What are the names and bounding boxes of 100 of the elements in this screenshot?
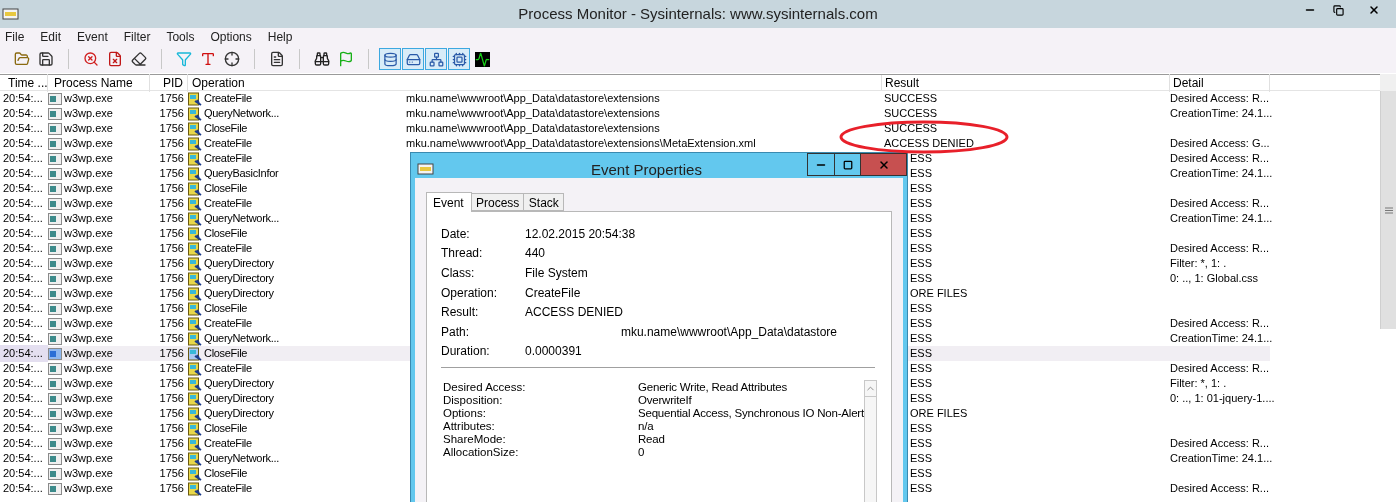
detail-value: Sequential Access, Synchronous IO Non-Alert [638, 406, 864, 422]
column-header[interactable]: Time ... [0, 73, 48, 92]
menu-item[interactable]: Help [267, 27, 293, 46]
app-icon [2, 7, 20, 21]
file-system-icon [188, 466, 203, 481]
tab[interactable]: Process [472, 193, 525, 211]
menu-item[interactable]: File [5, 27, 25, 46]
file-system-icon [188, 406, 203, 421]
event-class-toggle[interactable] [448, 48, 470, 70]
table-cell-text: w3wp.exe [64, 136, 113, 152]
table-cell: ESS [910, 182, 932, 195]
table-cell-text: 1756 [158, 466, 185, 482]
table-cell-text: QueryBasicInfor [204, 166, 279, 182]
table-cell-text: 20:54:... [2, 481, 44, 497]
event-class-toggle[interactable] [402, 48, 424, 70]
table-cell: mku.name\wwwroot\App_Data\datastore\extensions [406, 92, 660, 105]
menu-item[interactable]: Edit [40, 27, 62, 46]
magnifier-cross-icon[interactable] [83, 51, 99, 67]
menu-item[interactable]: Options [210, 27, 252, 46]
table-cell-text: 20:54:... [2, 406, 44, 422]
column-header[interactable]: Process Name [48, 73, 150, 92]
detail-value: OverwriteIf [638, 393, 692, 409]
field-label: Date: [441, 225, 471, 243]
table-cell-text: 1756 [158, 406, 185, 422]
table-cell-text: CreateFile [204, 241, 252, 257]
field-value: 0.0000391 [525, 343, 582, 361]
column-header[interactable]: Result [882, 73, 1170, 92]
process-icon [48, 452, 62, 465]
column-header[interactable]: Operation [188, 73, 280, 92]
column-header[interactable]: Detail [1170, 73, 1270, 92]
table-cell-text: QueryDirectory [204, 271, 274, 287]
table-cell: 0: .., 1: Global.css [1170, 272, 1259, 285]
table-cell-text: w3wp.exe [64, 121, 113, 137]
table-cell: CreationTime: 24.1... [1170, 107, 1273, 120]
file-system-icon [188, 376, 203, 391]
table-cell: CreationTime: 24.1... [1170, 167, 1273, 180]
event-class-toggle[interactable] [425, 48, 447, 70]
table-cell-text: 1756 [158, 286, 185, 302]
file-system-icon [188, 361, 203, 376]
save-icon[interactable] [38, 51, 54, 67]
table-cell-text: 20:54:... [2, 181, 44, 197]
table-cell-text: CreateFile [204, 136, 252, 152]
window-title: Process Monitor - Sysinternals: www.sysinternals.com [518, 3, 878, 24]
table-cell: ESS [910, 482, 932, 495]
table-cell-text: 20:54:... [2, 331, 44, 347]
document-cross-icon[interactable] [107, 51, 123, 67]
table-cell-text: 20:54:... [2, 166, 44, 182]
table-cell: ESS [910, 242, 932, 255]
binoculars-icon[interactable] [314, 51, 330, 67]
menu-item[interactable]: Tools [166, 27, 195, 46]
table-cell: Desired Access: R... [1170, 92, 1270, 105]
table-cell: Desired Access: G... [1170, 137, 1270, 150]
table-cell-text: 20:54:... [2, 301, 44, 317]
event-class-toggle[interactable] [379, 48, 401, 70]
menu-item[interactable]: Filter [123, 27, 151, 46]
table-cell-text: CreateFile [204, 91, 252, 107]
table-cell-text: QueryNetwork... [204, 106, 279, 122]
table-cell-text: 1756 [158, 91, 185, 107]
file-system-icon [188, 181, 203, 196]
table-cell-text: 20:54:... [2, 106, 44, 122]
crosshair-icon[interactable] [224, 51, 240, 67]
detail-value: Generic Write, Read Attributes [638, 380, 788, 396]
column-header[interactable]: PID [150, 73, 188, 92]
file-system-icon [188, 301, 203, 316]
tab[interactable]: Stack [524, 193, 565, 211]
file-system-icon [188, 451, 203, 466]
table-cell-text: 20:54:... [2, 121, 44, 137]
table-cell-text: w3wp.exe [64, 421, 113, 437]
highlight-letter-icon[interactable] [200, 51, 216, 67]
table-cell: ESS [910, 167, 932, 180]
table-cell: ESS [910, 227, 932, 240]
table-cell: ESS [910, 302, 932, 315]
table-cell: CreationTime: 24.1... [1170, 332, 1273, 345]
close-icon [1368, 4, 1380, 16]
table-cell-text: CloseFile [204, 226, 248, 242]
process-icon [48, 182, 62, 195]
table-cell-text: 20:54:... [2, 451, 44, 467]
network-icon [428, 51, 444, 67]
table-cell-text: 1756 [158, 181, 185, 197]
file-system-icon [188, 211, 203, 226]
open-folder-icon[interactable] [14, 51, 30, 67]
table-cell-text: 1756 [158, 211, 185, 227]
table-cell: 0: .., 1: 01-jquery-1.... [1170, 392, 1275, 405]
document-icon[interactable] [269, 51, 285, 67]
table-cell-text: 1756 [158, 121, 185, 137]
minimize-button[interactable] [807, 153, 835, 176]
table-cell-text: CloseFile [204, 421, 248, 437]
app-icon [417, 162, 435, 176]
eraser-icon[interactable] [131, 51, 147, 67]
flag-icon[interactable] [338, 51, 354, 67]
menu-item[interactable]: Event [77, 27, 108, 46]
table-cell-text: CreateFile [204, 316, 252, 332]
table-cell-text: w3wp.exe [64, 226, 113, 242]
table-cell-text: CloseFile [204, 121, 248, 137]
table-cell-text: 20:54:... [2, 256, 44, 272]
tab[interactable]: Event [426, 192, 472, 212]
table-cell-text: CloseFile [204, 346, 248, 362]
table-cell-text: 20:54:... [2, 226, 44, 242]
process-icon [48, 467, 62, 480]
hard-drive-icon [405, 51, 421, 67]
